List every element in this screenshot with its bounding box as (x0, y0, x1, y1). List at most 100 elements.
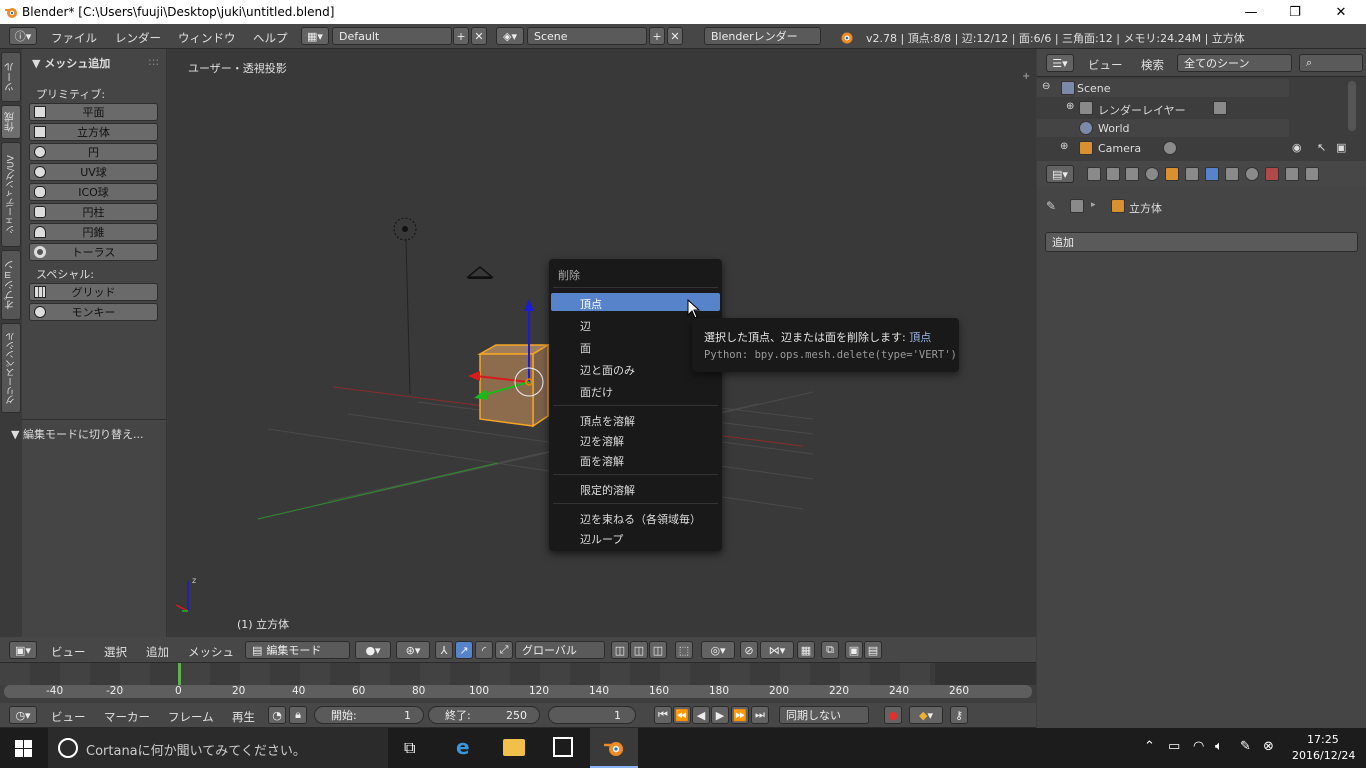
render-animation-icon[interactable]: ▤ (864, 641, 882, 659)
timeline-frames[interactable] (0, 663, 1036, 685)
tab-shading-uv[interactable]: シェーディング/UV (1, 142, 21, 247)
scene-add-button[interactable]: + (649, 27, 665, 45)
delete-only-faces-item[interactable]: 面だけ (580, 384, 613, 400)
outliner-row-world[interactable]: World (1037, 119, 1289, 137)
insert-keyframe-icon[interactable]: ⚷ (950, 706, 968, 724)
jump-start-icon[interactable]: ⏮ (654, 706, 672, 724)
manipulator-toggle-icon[interactable]: ⅄ (435, 641, 453, 659)
outliner-search-input[interactable]: ⌕ (1299, 54, 1363, 72)
jump-end-icon[interactable]: ⏭ (751, 706, 769, 724)
notification-icon[interactable]: ⊗ (1263, 739, 1274, 754)
tray-expand-icon[interactable]: ⌃ (1144, 739, 1155, 754)
windows-start-icon[interactable] (15, 740, 33, 758)
layout-remove-button[interactable]: ✕ (471, 27, 487, 45)
tab-grease-pencil[interactable]: グリースペンシル (1, 323, 21, 413)
add-modifier-select[interactable]: 追加 (1045, 232, 1358, 252)
tab-create[interactable]: 作成 (1, 105, 21, 139)
task-view-icon[interactable]: ⧉ (404, 738, 415, 758)
add-ico-sphere-button[interactable]: ICO球 (29, 183, 158, 201)
info-editor-type-button[interactable]: ⓘ▾ (9, 27, 37, 45)
pin-icon[interactable]: ✎ (1046, 199, 1056, 213)
snap-toggle-icon[interactable]: ⊘ (740, 641, 758, 659)
keying-set-select[interactable]: ◆ ▾ (909, 706, 943, 724)
edge-select-icon[interactable]: ◫ (630, 641, 648, 659)
scene-remove-button[interactable]: ✕ (667, 27, 683, 45)
limited-dissolve-item[interactable]: 限定的溶解 (580, 482, 635, 498)
volume-icon[interactable]: 🔈︎ (1215, 739, 1223, 754)
world-tab-icon[interactable] (1145, 167, 1159, 181)
timeline-menu-playback[interactable]: 再生 (232, 709, 255, 725)
pivot-select[interactable]: ⊛▾ (396, 641, 430, 659)
file-explorer-icon[interactable] (503, 739, 525, 756)
cortana-search-box[interactable]: Cortanaに何か聞いてみてください。 (48, 728, 388, 768)
outliner-row-camera[interactable]: ⊕ Camera ◉ ↖ ▣ (1037, 139, 1366, 157)
opengl-render-icon[interactable]: ⧉ (821, 641, 839, 659)
current-frame-field[interactable]: 1 (548, 706, 636, 724)
menu-render[interactable]: レンダー (115, 30, 161, 46)
data-tab-icon[interactable] (1225, 167, 1239, 181)
timeline-menu-frame[interactable]: フレーム (168, 709, 214, 725)
current-frame-indicator[interactable] (178, 663, 181, 685)
outliner-editor-type-button[interactable]: ☰▾ (1046, 54, 1074, 72)
texture-tab-icon[interactable] (1265, 167, 1279, 181)
material-tab-icon[interactable] (1245, 167, 1259, 181)
mesh-add-header[interactable]: ▼ メッシュ追加 (32, 55, 110, 71)
render-camera-icon[interactable]: ▣ (1336, 141, 1346, 154)
add-cylinder-button[interactable]: 円柱 (29, 203, 158, 221)
rotate-icon[interactable]: ◜ (475, 641, 493, 659)
view3d-menu-select[interactable]: 選択 (104, 644, 127, 660)
layout-add-button[interactable]: + (453, 27, 469, 45)
layout-browse-button[interactable]: ▦▾ (301, 27, 329, 45)
minimize-button[interactable]: — (1228, 0, 1274, 24)
render-engine-select[interactable]: Blenderレンダー (704, 27, 821, 45)
view3d-menu-mesh[interactable]: メッシュ (188, 644, 234, 660)
battery-icon[interactable]: ▭ (1168, 739, 1180, 754)
jump-keyframe-forward-icon[interactable]: ⏩ (731, 706, 749, 724)
outliner-menu-search[interactable]: 検索 (1141, 57, 1164, 73)
render-still-icon[interactable]: ▣ (845, 641, 863, 659)
ime-icon[interactable]: ✎ (1240, 739, 1251, 754)
view3d-editor-type-button[interactable]: ▣▾ (9, 641, 37, 659)
snap-element-select[interactable]: ⋈▾ (760, 641, 794, 659)
menu-window[interactable]: ウィンドウ (178, 30, 236, 46)
delete-vertices-item[interactable]: 頂点 (580, 296, 602, 312)
add-circle-button[interactable]: 円 (29, 143, 158, 161)
tab-options[interactable]: オプション (1, 250, 21, 320)
close-button[interactable]: ✕ (1318, 0, 1364, 24)
preview-range-icon[interactable]: ◔ (268, 706, 286, 724)
sync-select[interactable]: 同期しない (779, 706, 869, 724)
scene-field[interactable]: Scene (527, 27, 647, 45)
operator-panel-header[interactable]: ▼ 編集モードに切り替え... (11, 426, 143, 442)
proportional-edit-select[interactable]: ◎▾ (701, 641, 735, 659)
timeline[interactable]: -40 -20 0 20 40 60 80 100 120 140 160 18… (0, 663, 1036, 703)
view3d-menu-view[interactable]: ビュー (51, 644, 86, 660)
maximize-button[interactable]: ❐ (1272, 0, 1318, 24)
snap-target-icon[interactable]: ▦ (797, 641, 815, 659)
add-plane-button[interactable]: 平面 (29, 103, 158, 121)
properties-editor-type-button[interactable]: ▤▾ (1046, 165, 1074, 183)
outliner-row-scene[interactable]: ⊖ Scene (1037, 79, 1289, 97)
outliner-menu-view[interactable]: ビュー (1088, 57, 1123, 73)
start-frame-field[interactable]: 開始: 1 (314, 706, 424, 724)
wifi-icon[interactable]: ◠ (1193, 739, 1204, 754)
particles-tab-icon[interactable] (1285, 167, 1299, 181)
scale-icon[interactable]: ⤢ (495, 641, 513, 659)
occlude-geometry-icon[interactable]: ⬚ (675, 641, 693, 659)
shading-select[interactable]: ●▾ (355, 641, 391, 659)
orientation-select[interactable]: グローバル (515, 641, 605, 659)
dissolve-vertices-item[interactable]: 頂点を溶解 (580, 413, 635, 429)
add-torus-button[interactable]: トーラス (29, 243, 158, 261)
menu-help[interactable]: ヘルプ (253, 30, 288, 46)
add-grid-button[interactable]: グリッド (29, 283, 158, 301)
store-icon[interactable] (553, 737, 573, 757)
drag-handle-icon[interactable]: ::: (148, 55, 159, 68)
menu-file[interactable]: ファイル (51, 30, 97, 46)
lock-icon[interactable]: 🔒︎ (289, 706, 307, 724)
end-frame-field[interactable]: 終了: 250 (428, 706, 540, 724)
viewport-expand-icon[interactable]: + (1022, 71, 1030, 82)
scene-browse-button[interactable]: ◈▾ (496, 27, 524, 45)
add-cube-button[interactable]: 立方体 (29, 123, 158, 141)
lamp-icon[interactable] (393, 217, 417, 241)
timeline-menu-view[interactable]: ビュー (51, 709, 86, 725)
face-select-icon[interactable]: ◫ (649, 641, 667, 659)
